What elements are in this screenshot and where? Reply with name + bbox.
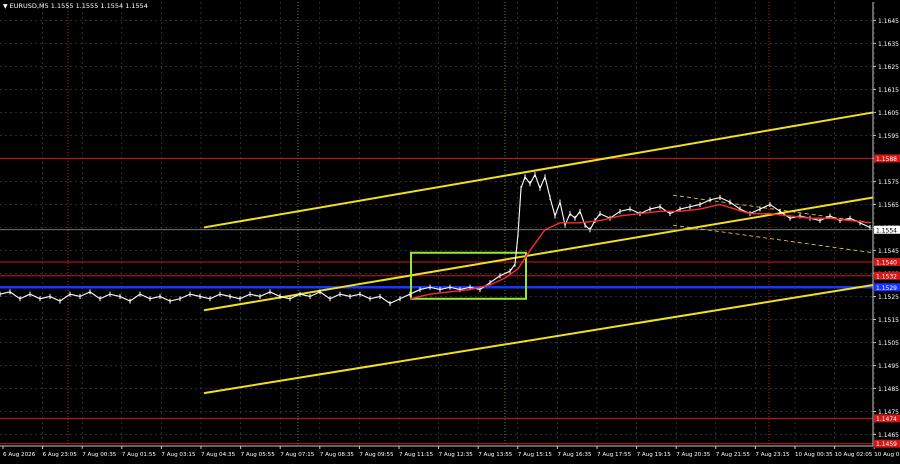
- x-tick-label: 7 Aug 04:35: [201, 452, 236, 458]
- x-tick-label: 7 Aug 01:55: [122, 452, 157, 458]
- x-tick-label: 7 Aug 08:35: [320, 452, 355, 458]
- x-tick-label: 7 Aug 00:35: [82, 452, 117, 458]
- y-tick-label: 1.1465: [878, 432, 899, 439]
- y-tick-label: 1.1645: [878, 18, 899, 25]
- y-tick-label: 1.1565: [878, 202, 899, 209]
- x-tick-label: 6 Aug 2026: [3, 452, 36, 458]
- current-price-label: 1.1554: [876, 227, 897, 234]
- x-tick-label: 7 Aug 12:35: [439, 452, 474, 458]
- x-tick-label: 7 Aug 05:55: [241, 452, 276, 458]
- symbol-ohlc-text: EURUSD,M5 1.1555 1.1555 1.1554 1.1554: [9, 2, 148, 10]
- y-tick-label: 1.1605: [878, 110, 899, 117]
- x-tick-label: 7 Aug 23:15: [755, 452, 790, 458]
- x-tick-label: 7 Aug 17:55: [597, 452, 632, 458]
- y-tick-label: 1.1525: [878, 294, 899, 301]
- level-price-label: 1.1474: [876, 416, 897, 423]
- y-tick-label: 1.1485: [878, 386, 899, 393]
- y-tick-label: 1.1595: [878, 133, 899, 140]
- y-tick-label: 1.1575: [878, 179, 899, 186]
- level-price-label: 1.1459: [876, 441, 897, 448]
- x-tick-label: 7 Aug 19:15: [637, 452, 672, 458]
- x-tick-label: 7 Aug 16:35: [557, 452, 592, 458]
- level-price-label: 1.1532: [876, 273, 897, 280]
- level-price-label: 1.1529: [876, 285, 897, 292]
- y-tick-label: 1.1505: [878, 340, 899, 347]
- y-tick-label: 1.1625: [878, 64, 899, 71]
- y-tick-label: 1.1495: [878, 363, 899, 370]
- x-tick-label: 10 Aug 02:05: [835, 452, 873, 458]
- level-price-label: 1.1540: [876, 259, 897, 266]
- x-tick-label: 7 Aug 20:35: [676, 452, 711, 458]
- x-tick-label: 7 Aug 13:55: [478, 452, 513, 458]
- symbol-header: ▼ EURUSD,M5 1.1555 1.1555 1.1554 1.1554: [3, 2, 148, 10]
- y-tick-label: 1.1515: [878, 317, 899, 324]
- x-tick-label: 7 Aug 03:15: [161, 452, 196, 458]
- chart-window[interactable]: 1.1645 1.1635 1.1625 1.1615 1.1605 1.1595 1.15…: [0, 0, 900, 460]
- x-tick-label: 6 Aug 23:05: [43, 452, 78, 458]
- y-tick-label: 1.1635: [878, 41, 899, 48]
- level-price-label: 1.1588: [876, 156, 897, 163]
- x-tick-label: 7 Aug 09:55: [359, 452, 394, 458]
- x-tick-label: 10 Aug 00:35: [795, 452, 833, 458]
- x-tick-label: 7 Aug 15:15: [518, 452, 553, 458]
- x-tick-label: 7 Aug 21:55: [716, 452, 751, 458]
- dropdown-triangle-icon[interactable]: ▼: [3, 3, 8, 10]
- price-chart[interactable]: 1.1645 1.1635 1.1625 1.1615 1.1605 1.1595 1.15…: [0, 0, 900, 460]
- x-tick-label: 7 Aug 07:15: [280, 452, 315, 458]
- x-tick-label: 10 Aug 03:25: [874, 452, 900, 458]
- y-tick-label: 1.1615: [878, 87, 899, 94]
- y-tick-label: 1.1545: [878, 248, 899, 255]
- x-tick-label: 7 Aug 11:15: [399, 452, 434, 458]
